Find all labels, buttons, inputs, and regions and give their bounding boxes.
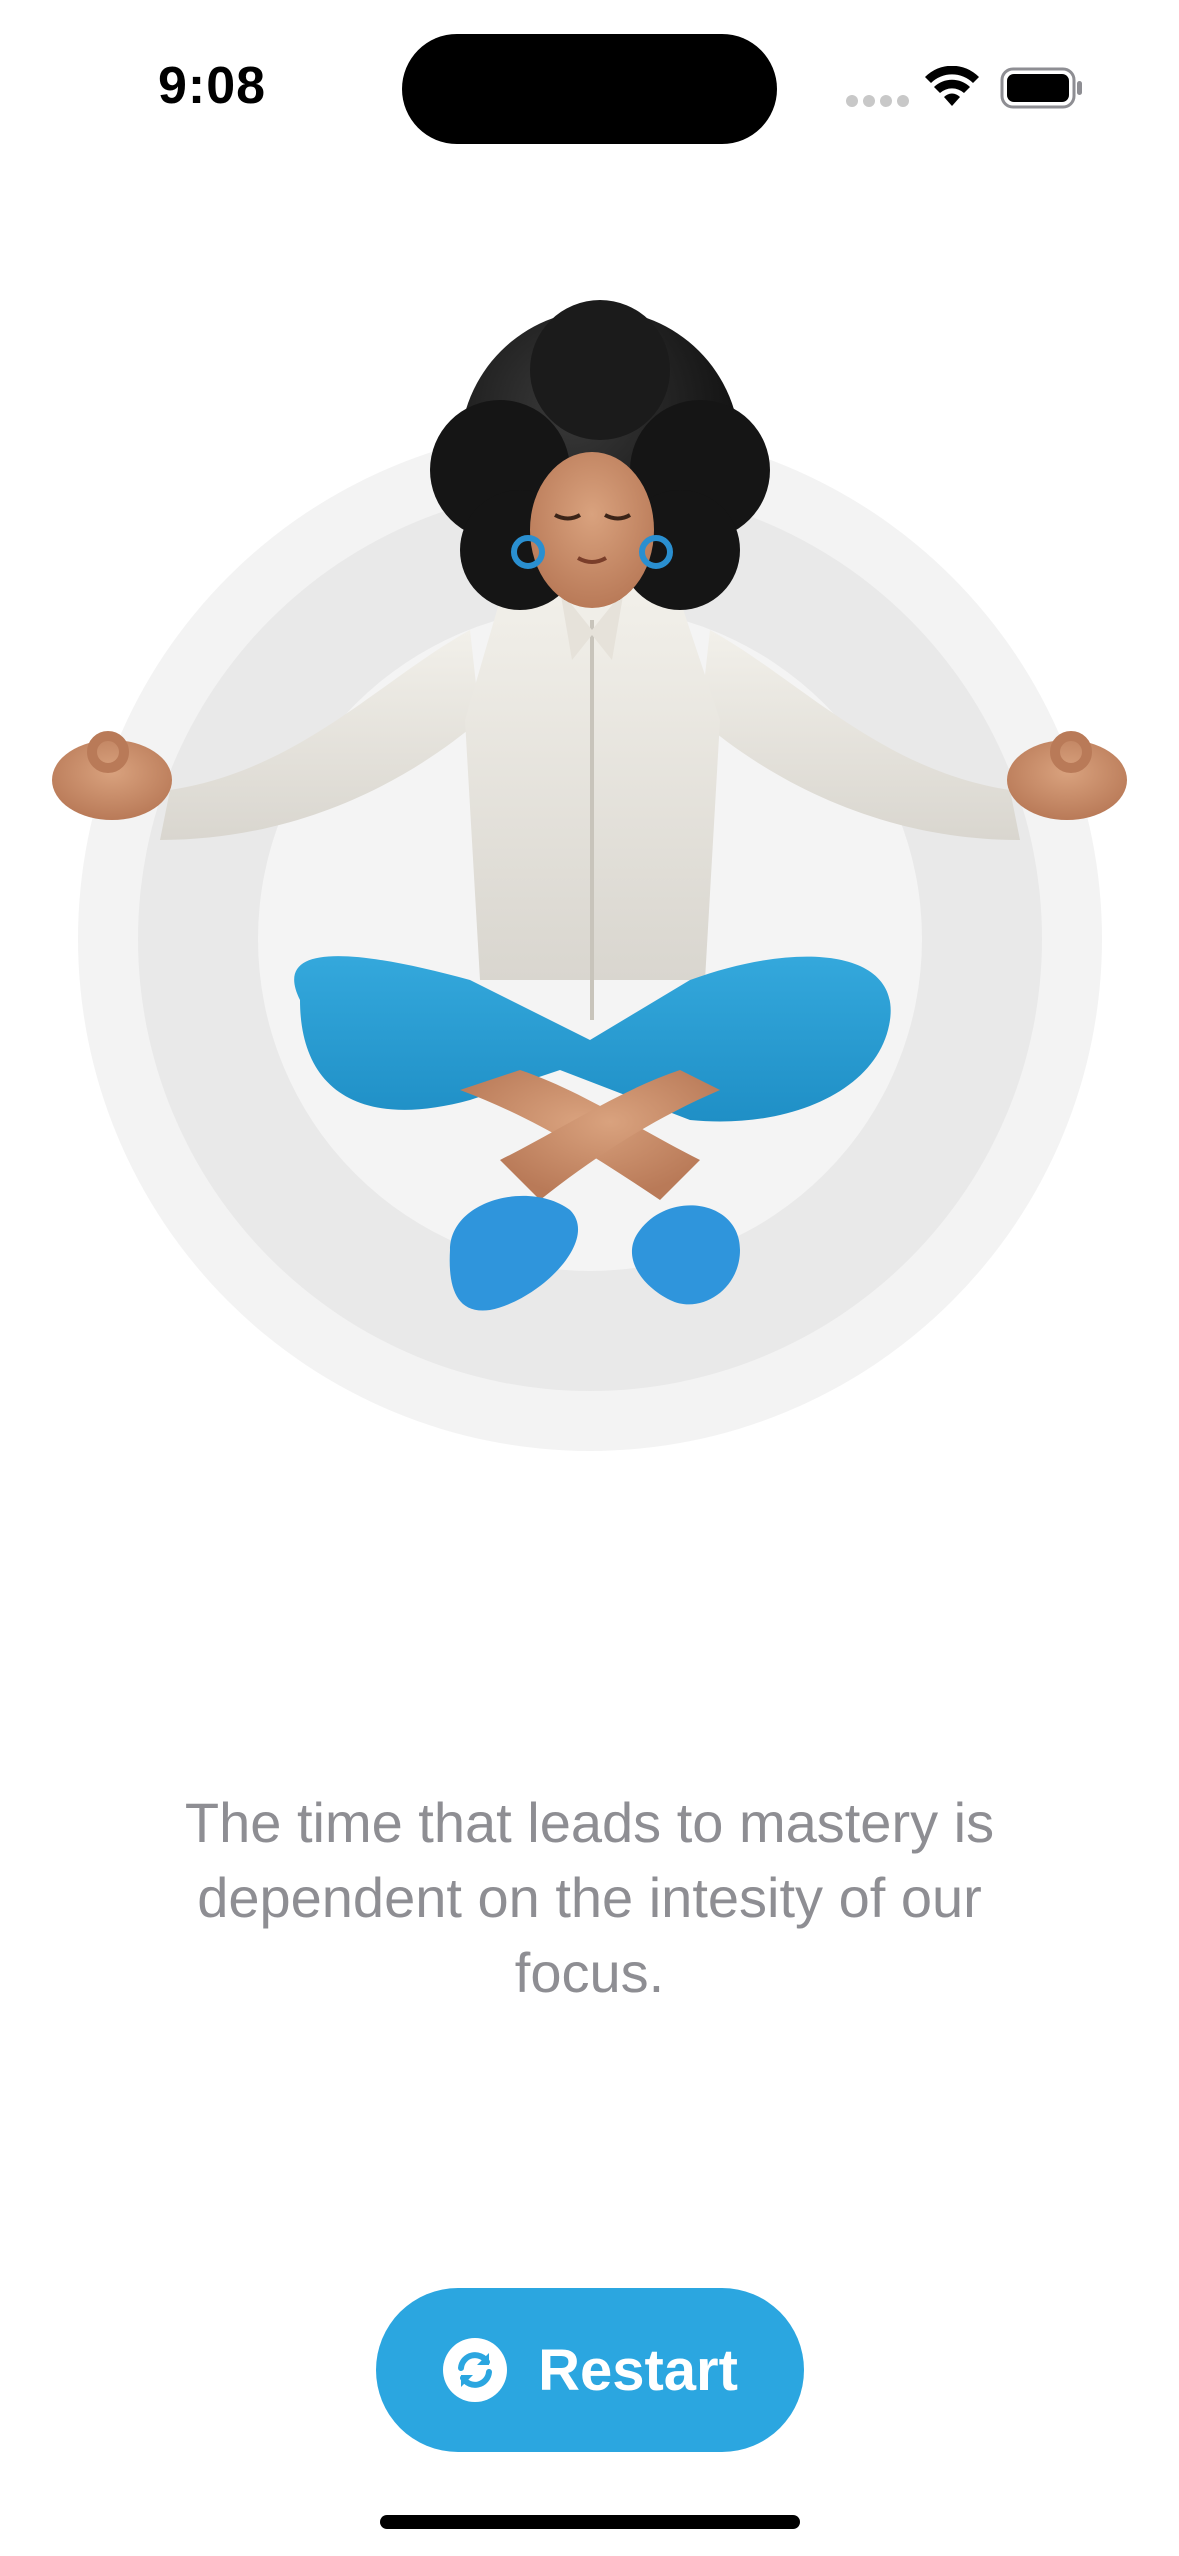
meditating-person-illustration bbox=[52, 300, 1127, 1311]
cellular-signal-icon bbox=[846, 95, 909, 107]
dynamic-island bbox=[402, 34, 777, 144]
restart-button[interactable]: Restart bbox=[376, 2288, 804, 2452]
refresh-icon bbox=[443, 2338, 508, 2402]
status-time: 9:08 bbox=[158, 57, 267, 115]
restart-button-label: Restart bbox=[538, 2337, 738, 2403]
meditation-illustration bbox=[0, 300, 1179, 1460]
wifi-icon bbox=[925, 66, 979, 106]
battery-icon bbox=[1000, 67, 1082, 109]
motivational-quote: The time that leads to mastery is depend… bbox=[184, 1791, 995, 2004]
home-indicator[interactable] bbox=[380, 2515, 800, 2529]
status-bar: 9:08 bbox=[0, 0, 1179, 160]
